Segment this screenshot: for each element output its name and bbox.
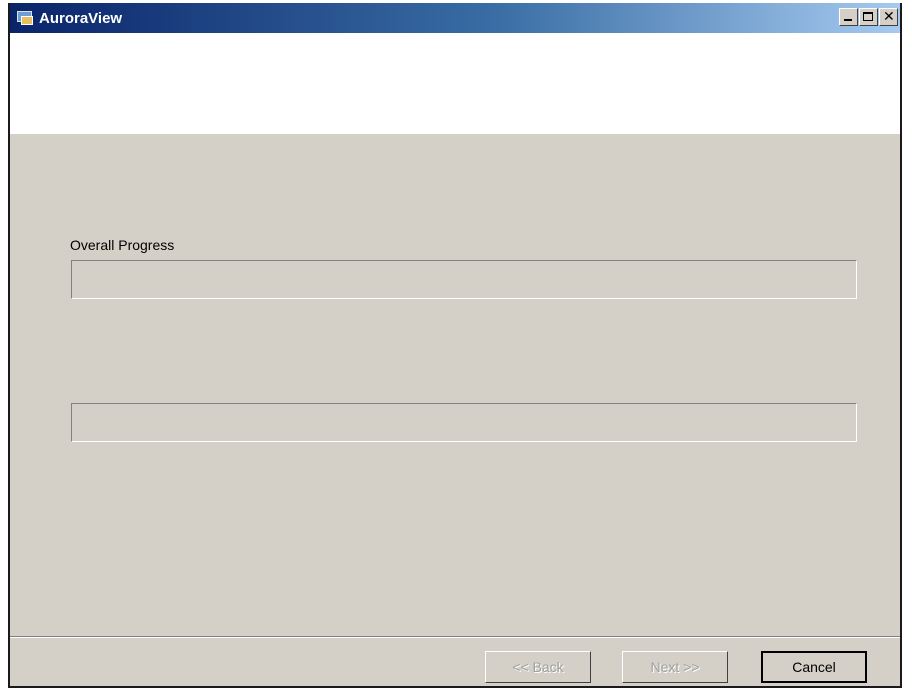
- back-button[interactable]: << Back: [485, 651, 591, 683]
- close-button[interactable]: ✕: [879, 8, 898, 26]
- title-bar[interactable]: AuroraView ✕: [10, 3, 900, 33]
- close-icon: ✕: [883, 9, 895, 25]
- overall-progress-bar: [71, 260, 857, 299]
- installer-window: AuroraView ✕ Overall Progress << Back Ne…: [8, 3, 902, 688]
- maximize-button[interactable]: [859, 8, 878, 26]
- overall-progress-label: Overall Progress: [70, 237, 175, 253]
- footer-separator: [10, 636, 900, 638]
- window-title: AuroraView: [39, 9, 123, 27]
- cancel-button[interactable]: Cancel: [761, 651, 867, 683]
- minimize-button[interactable]: [839, 8, 858, 26]
- secondary-progress-bar: [71, 403, 857, 442]
- minimize-icon: [844, 19, 852, 21]
- header-panel: [10, 33, 900, 134]
- app-icon: [16, 9, 34, 27]
- maximize-icon: [863, 12, 873, 21]
- title-buttons: ✕: [838, 8, 898, 26]
- next-button[interactable]: Next >>: [622, 651, 728, 683]
